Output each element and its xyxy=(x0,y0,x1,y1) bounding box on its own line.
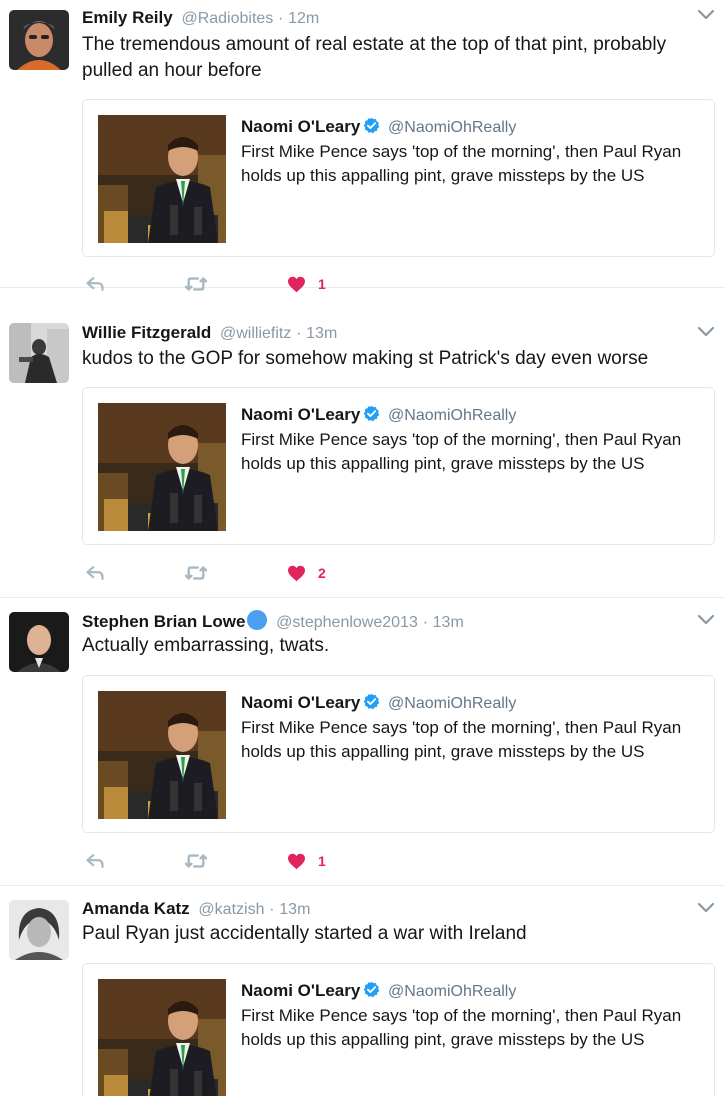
timestamp[interactable]: 12m xyxy=(288,10,319,27)
author-name[interactable]: Willie Fitzgerald xyxy=(82,323,211,342)
retweet-icon xyxy=(184,563,208,583)
heart-icon xyxy=(287,853,306,870)
timestamp[interactable]: 13m xyxy=(279,901,310,918)
quoted-tweet-text: First Mike Pence says 'top of the mornin… xyxy=(241,430,682,473)
tweet-actions: 1 xyxy=(82,273,382,297)
quoted-tweet[interactable]: Naomi O'Leary @NaomiOhReally First Mike … xyxy=(82,675,715,833)
heart-icon xyxy=(287,565,306,582)
chevron-down-icon[interactable] xyxy=(697,902,715,914)
tweet-actions: 2 xyxy=(82,562,382,586)
quoted-author-name: Naomi O'Leary xyxy=(241,405,361,424)
avatar[interactable] xyxy=(9,900,69,960)
separator: · xyxy=(422,614,428,631)
author-handle[interactable]: @katzish xyxy=(198,901,264,918)
timestamp[interactable]: 13m xyxy=(306,325,337,342)
reply-icon xyxy=(84,274,106,294)
tweet-item[interactable]: Emily Reily @Radiobites · 12m The tremen… xyxy=(0,0,725,292)
author-handle[interactable]: @williefitz xyxy=(220,325,291,342)
verified-icon xyxy=(363,693,380,710)
quoted-tweet-image[interactable] xyxy=(98,691,226,819)
reply-button[interactable] xyxy=(84,562,106,584)
quoted-tweet[interactable]: Naomi O'Leary @NaomiOhReally First Mike … xyxy=(82,99,715,257)
tweet-header: Willie Fitzgerald @williefitz · 13m xyxy=(82,322,337,345)
tweet-text: The tremendous amount of real estate at … xyxy=(82,34,667,81)
retweet-button[interactable] xyxy=(184,850,208,872)
chevron-down-icon[interactable] xyxy=(697,614,715,626)
like-count: 2 xyxy=(318,565,326,581)
separator: · xyxy=(269,901,275,918)
avatar[interactable] xyxy=(9,323,69,383)
quoted-author-handle: @NaomiOhReally xyxy=(388,119,517,136)
avatar[interactable] xyxy=(9,612,69,672)
reply-icon xyxy=(84,563,106,583)
quoted-tweet-image[interactable] xyxy=(98,979,226,1096)
tweet-header: Amanda Katz @katzish · 13m xyxy=(82,898,310,921)
separator: · xyxy=(296,325,302,342)
quoted-author-name: Naomi O'Leary xyxy=(241,981,361,1000)
tweet-header: Stephen Brian Lowe @stephenlowe2013 · 13… xyxy=(82,610,464,634)
tweet-header: Emily Reily @Radiobites · 12m xyxy=(82,7,319,30)
chevron-down-icon[interactable] xyxy=(697,9,715,21)
quoted-tweet-text: First Mike Pence says 'top of the mornin… xyxy=(241,142,682,185)
tweet-item[interactable]: Amanda Katz @katzish · 13m Paul Ryan jus… xyxy=(0,886,725,1096)
quoted-tweet[interactable]: Naomi O'Leary @NaomiOhReally First Mike … xyxy=(82,963,715,1096)
timestamp[interactable]: 13m xyxy=(433,614,464,631)
retweet-icon xyxy=(184,274,208,294)
retweet-button[interactable] xyxy=(184,273,208,295)
like-count: 1 xyxy=(318,853,326,869)
tweet-actions: 1 xyxy=(82,850,382,874)
like-button[interactable]: 1 xyxy=(287,850,326,872)
author-handle[interactable]: @stephenlowe2013 xyxy=(276,614,418,631)
reply-icon xyxy=(84,851,106,871)
tweet-text: Actually embarrassing, twats. xyxy=(82,635,330,656)
quoted-author-name: Naomi O'Leary xyxy=(241,693,361,712)
tweet-text: Paul Ryan just accidentally started a wa… xyxy=(82,923,527,944)
quoted-tweet-text: First Mike Pence says 'top of the mornin… xyxy=(241,1006,682,1049)
verified-icon xyxy=(363,981,380,998)
reply-button[interactable] xyxy=(84,273,106,295)
author-name[interactable]: Amanda Katz xyxy=(82,899,190,918)
separator: · xyxy=(278,10,284,27)
tweet-text: kudos to the GOP for somehow making st P… xyxy=(82,348,649,369)
verified-icon xyxy=(363,117,380,134)
quoted-author-handle: @NaomiOhReally xyxy=(388,983,517,1000)
retweet-button[interactable] xyxy=(184,562,208,584)
author-handle[interactable]: @Radiobites xyxy=(181,10,273,27)
quoted-tweet-image[interactable] xyxy=(98,403,226,531)
tweet-item[interactable]: Willie Fitzgerald @williefitz · 13m kudo… xyxy=(0,310,725,598)
heart-icon xyxy=(287,276,306,293)
quoted-author-handle: @NaomiOhReally xyxy=(388,407,517,424)
retweet-icon xyxy=(184,851,208,871)
quoted-author-name: Naomi O'Leary xyxy=(241,117,361,136)
quoted-tweet[interactable]: Naomi O'Leary @NaomiOhReally First Mike … xyxy=(82,387,715,545)
like-button[interactable]: 1 xyxy=(287,273,326,295)
status-dot-icon xyxy=(247,610,268,630)
verified-icon xyxy=(363,405,380,422)
tweet-item[interactable]: Stephen Brian Lowe @stephenlowe2013 · 13… xyxy=(0,598,725,886)
author-name[interactable]: Emily Reily xyxy=(82,8,173,27)
quoted-tweet-image[interactable] xyxy=(98,115,226,243)
quoted-tweet-text: First Mike Pence says 'top of the mornin… xyxy=(241,718,682,761)
quoted-author-handle: @NaomiOhReally xyxy=(388,695,517,712)
chevron-down-icon[interactable] xyxy=(697,326,715,338)
reply-button[interactable] xyxy=(84,850,106,872)
like-button[interactable]: 2 xyxy=(287,562,326,584)
avatar[interactable] xyxy=(9,10,69,70)
author-name[interactable]: Stephen Brian Lowe xyxy=(82,612,245,631)
like-count: 1 xyxy=(318,276,326,292)
